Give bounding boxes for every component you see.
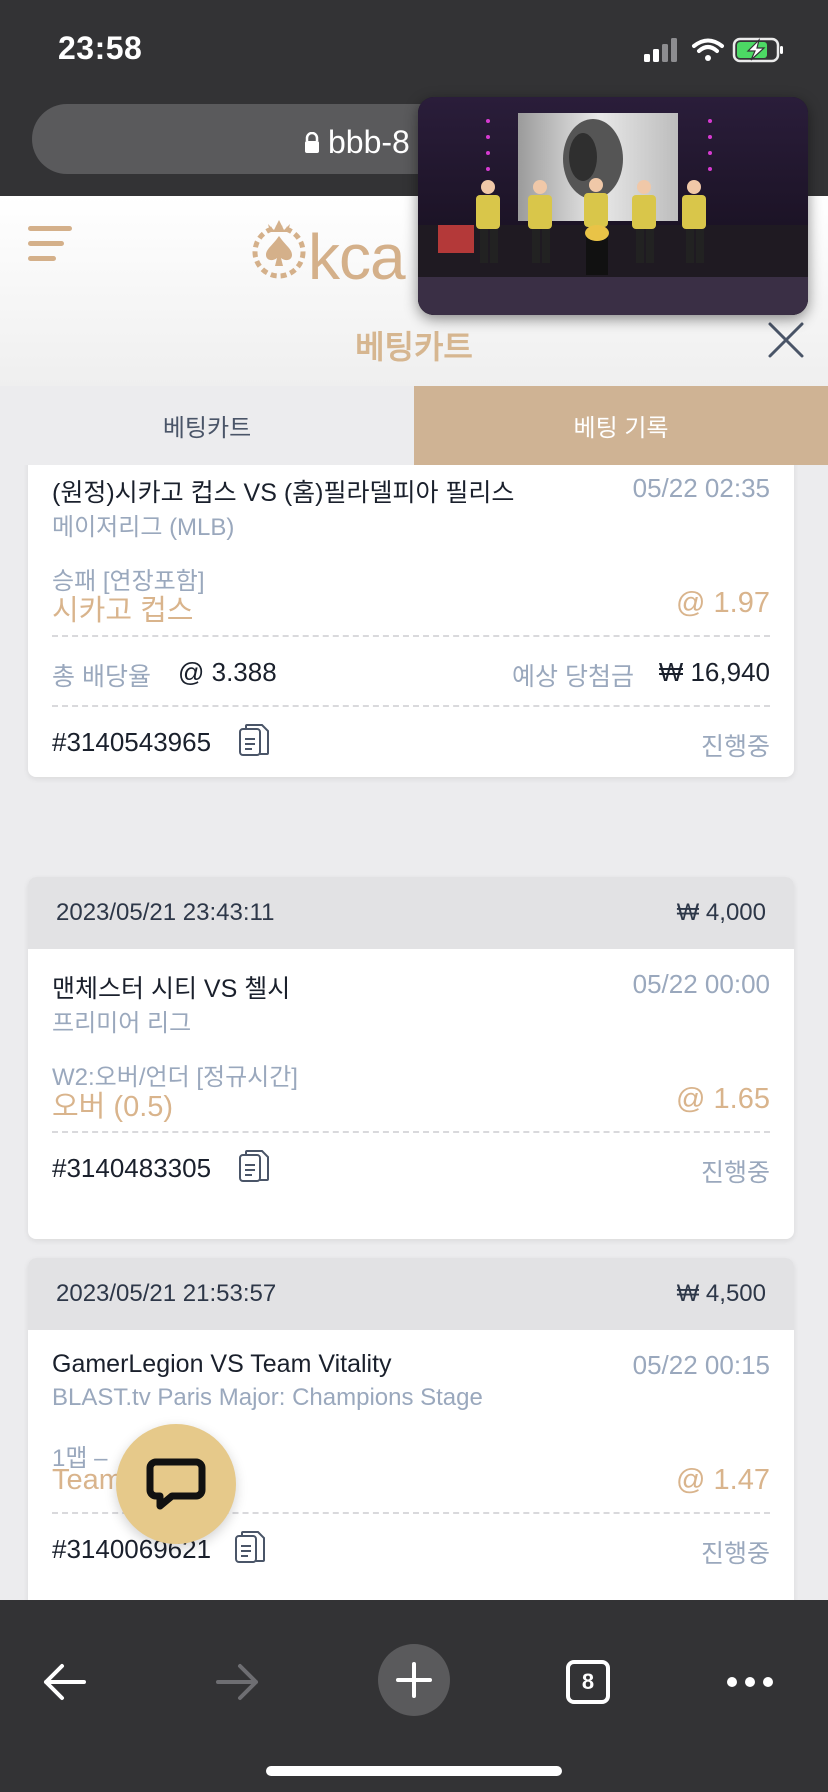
bet-status: 진행중 bbox=[700, 1540, 770, 1568]
url-text: bbb-8 bbox=[328, 124, 410, 160]
lock-icon bbox=[305, 132, 319, 153]
live-chat-button[interactable] bbox=[116, 1424, 236, 1544]
tab-bar: 베팅카트 베팅 기록 bbox=[0, 386, 828, 465]
logo-text: kca bbox=[308, 221, 406, 293]
total-odds-label: 총 배당율 bbox=[52, 663, 151, 691]
bet-status: 진행중 bbox=[700, 733, 770, 761]
expected-win-amount: ₩ 16,940 bbox=[658, 657, 770, 687]
home-indicator[interactable] bbox=[266, 1766, 562, 1776]
match-time: 05/22 00:15 bbox=[632, 1350, 770, 1380]
page-title: 베팅카트 bbox=[355, 329, 473, 365]
match-time: 05/22 02:35 bbox=[632, 473, 770, 503]
expected-win-label: 예상 당첨금 bbox=[512, 663, 634, 691]
more-options-icon[interactable] bbox=[726, 1676, 774, 1688]
tab-betting-history[interactable]: 베팅 기록 bbox=[414, 386, 828, 465]
bet-amount: ₩ 4,500 bbox=[676, 1280, 766, 1307]
bet-card-header: 2023/05/21 23:43:11 ₩ 4,000 bbox=[28, 877, 794, 949]
status-icons bbox=[644, 37, 783, 63]
bet-pick: 오버 (0.5) bbox=[52, 1091, 174, 1123]
tabs-count-button[interactable]: 8 bbox=[566, 1660, 610, 1704]
divider bbox=[52, 705, 770, 707]
chat-bubble-icon bbox=[146, 1458, 206, 1510]
divider bbox=[52, 1131, 770, 1133]
copy-icon[interactable] bbox=[234, 1530, 266, 1566]
hamburger-menu-icon[interactable] bbox=[28, 226, 72, 270]
spade-chip-icon bbox=[252, 220, 306, 279]
copy-icon[interactable] bbox=[238, 1149, 270, 1185]
close-icon[interactable] bbox=[766, 320, 806, 360]
bet-id: #3140483305 bbox=[52, 1153, 212, 1183]
tab-betting-cart[interactable]: 베팅카트 bbox=[0, 386, 414, 465]
bet-card: (원정)시카고 컵스 VS (홈)필라델피아 필리스 05/22 02:35 메… bbox=[28, 465, 794, 777]
league-name: BLAST.tv Paris Major: Champions Stage bbox=[52, 1384, 483, 1411]
pip-video-frame bbox=[418, 97, 808, 315]
match-name: (원정)시카고 컵스 VS (홈)필라델피아 필리스 bbox=[52, 479, 515, 507]
battery-charging-icon bbox=[732, 37, 783, 63]
bet-history-list[interactable]: (원정)시카고 컵스 VS (홈)필라델피아 필리스 05/22 02:35 메… bbox=[0, 465, 828, 1600]
pip-video-player[interactable] bbox=[418, 97, 808, 315]
cellular-signal-icon bbox=[644, 38, 677, 62]
status-bar: 23:58 bbox=[0, 0, 828, 96]
site-logo[interactable]: kca bbox=[252, 216, 406, 293]
bet-datetime: 2023/05/21 21:53:57 bbox=[56, 1280, 277, 1307]
browser-toolbar: 8 bbox=[0, 1600, 828, 1792]
total-odds-value: @ 3.388 bbox=[178, 657, 277, 687]
bet-amount: ₩ 4,000 bbox=[676, 899, 766, 926]
bet-status: 진행중 bbox=[700, 1159, 770, 1187]
bet-card: 2023/05/21 21:53:57 ₩ 4,500 GamerLegion … bbox=[28, 1258, 794, 1600]
bet-odds: @ 1.65 bbox=[676, 1083, 770, 1115]
bet-odds: @ 1.47 bbox=[676, 1464, 770, 1496]
match-name: GamerLegion VS Team Vitality bbox=[52, 1350, 392, 1378]
league-name: 프리미어 리그 bbox=[52, 1010, 192, 1037]
match-name: 맨체스터 시티 VS 첼시 bbox=[52, 975, 291, 1003]
forward-arrow-icon[interactable] bbox=[214, 1662, 262, 1702]
bet-card: 2023/05/21 23:43:11 ₩ 4,000 맨체스터 시티 VS 첼… bbox=[28, 877, 794, 1239]
wifi-icon bbox=[692, 38, 724, 61]
bet-odds: @ 1.97 bbox=[676, 587, 770, 619]
league-name: 메이저리그 (MLB) bbox=[52, 514, 235, 541]
match-time: 05/22 00:00 bbox=[632, 969, 770, 999]
back-arrow-icon[interactable] bbox=[40, 1662, 88, 1702]
status-time: 23:58 bbox=[58, 30, 143, 66]
bet-pick: 시카고 컵스 bbox=[52, 595, 194, 627]
bet-card-header: 2023/05/21 21:53:57 ₩ 4,500 bbox=[28, 1258, 794, 1330]
divider bbox=[52, 635, 770, 637]
new-tab-plus-icon[interactable] bbox=[378, 1644, 450, 1716]
copy-icon[interactable] bbox=[238, 723, 270, 759]
bet-datetime: 2023/05/21 23:43:11 bbox=[56, 899, 275, 926]
bet-id: #3140543965 bbox=[52, 727, 212, 757]
